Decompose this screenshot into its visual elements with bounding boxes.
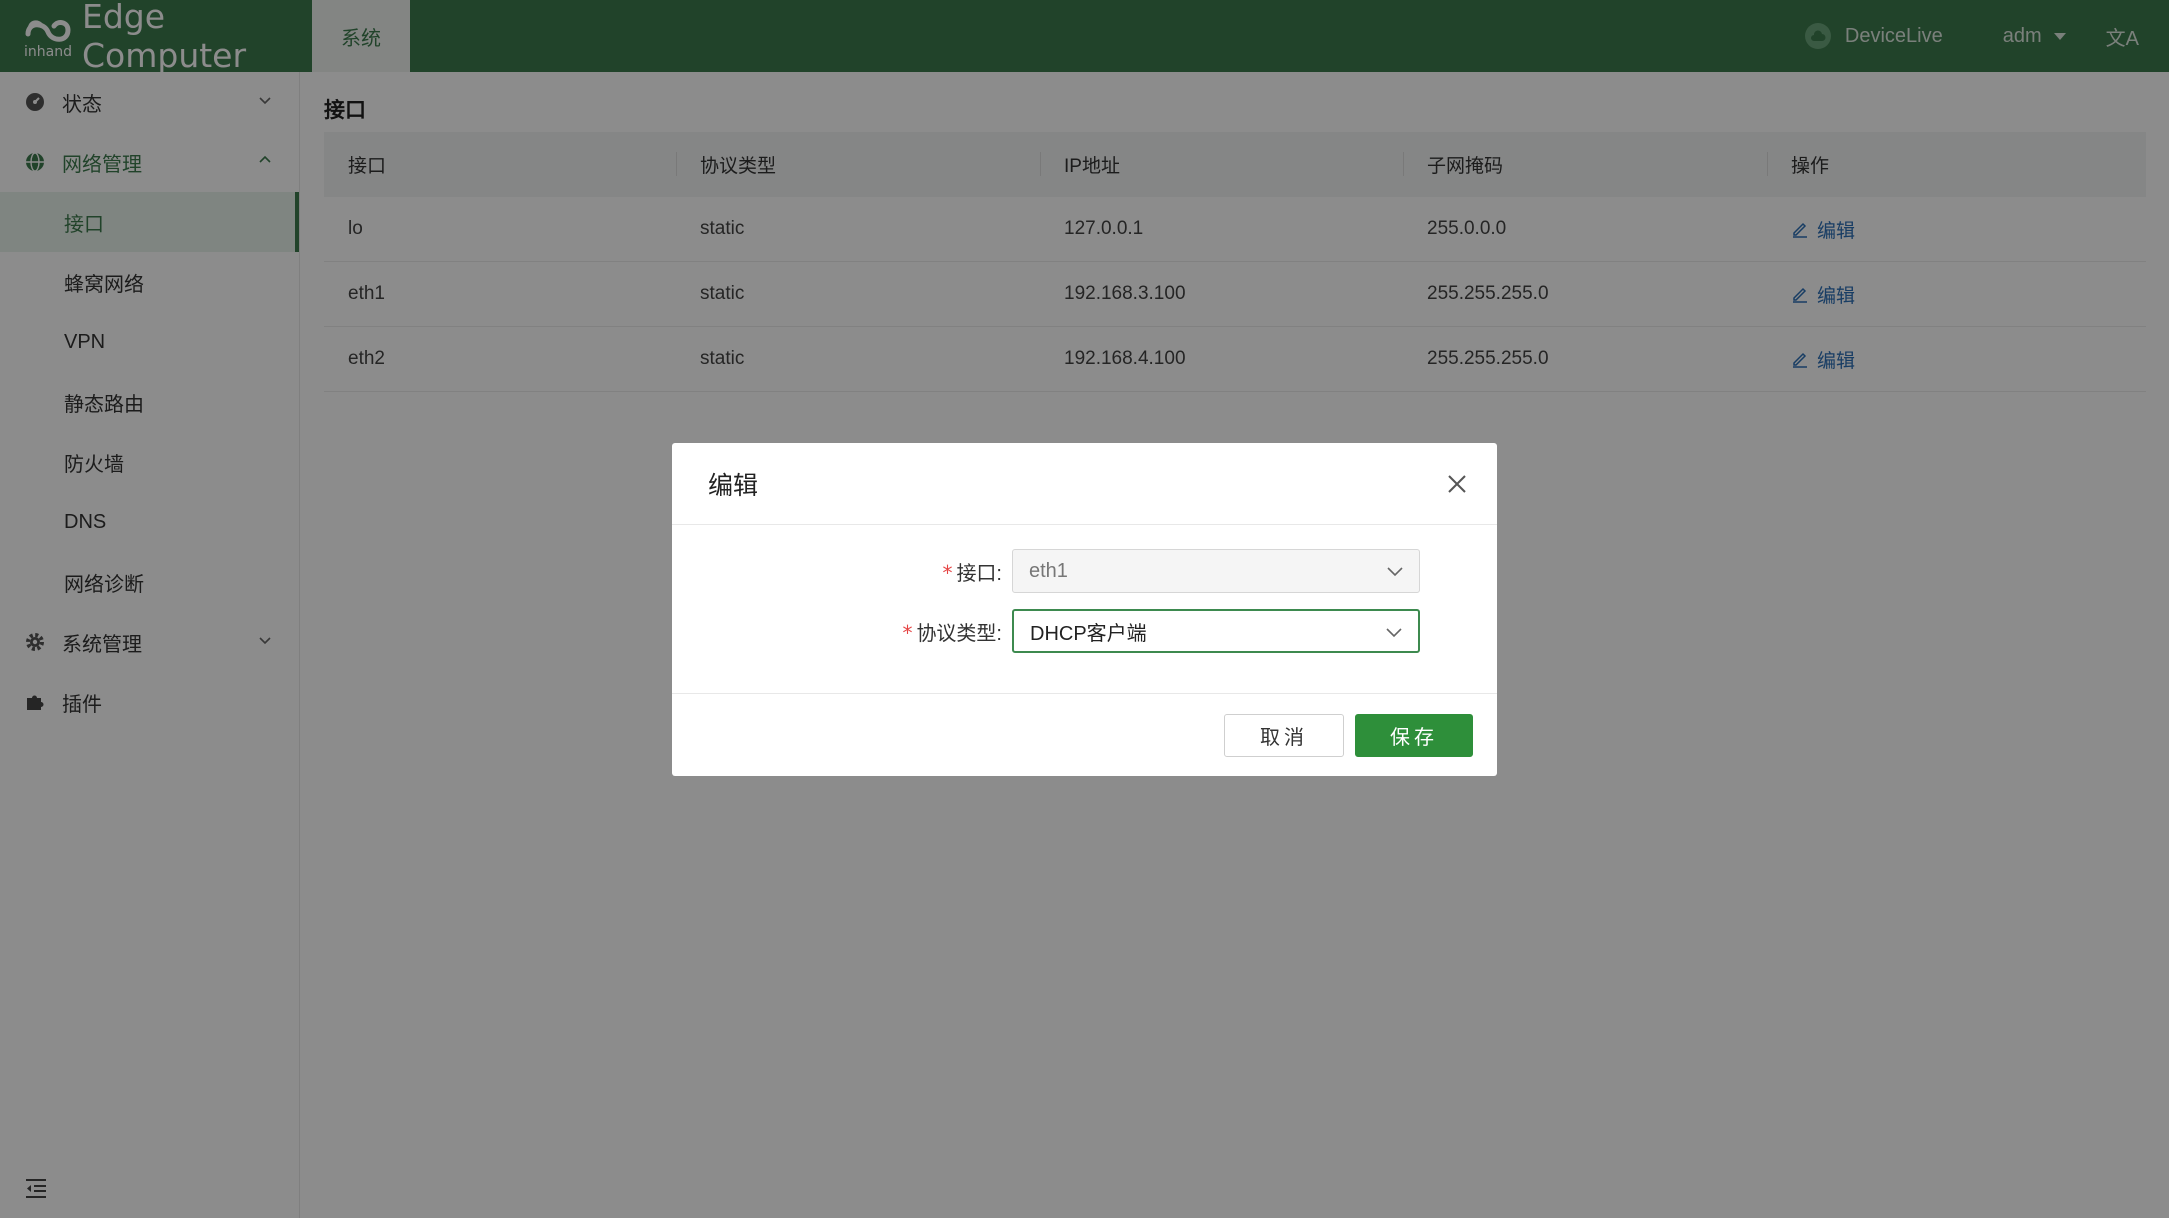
form-row-protocol: * 协议类型: DHCP客户端 [672, 609, 1497, 653]
interface-select[interactable]: eth1 [1012, 549, 1420, 593]
chevron-down-icon [1386, 628, 1402, 638]
close-icon[interactable] [1445, 472, 1469, 496]
protocol-select[interactable]: DHCP客户端 [1012, 609, 1420, 653]
required-mark: * [942, 560, 953, 585]
protocol-label: * 协议类型: [902, 620, 1002, 645]
required-mark: * [902, 620, 913, 645]
protocol-value: DHCP客户端 [1030, 622, 1147, 645]
cancel-button[interactable]: 取消 [1224, 714, 1344, 757]
interface-label: * 接口: [942, 560, 1002, 585]
save-button[interactable]: 保存 [1355, 714, 1473, 757]
dialog-title: 编辑 [708, 471, 759, 500]
form-row-interface: * 接口: eth1 [672, 549, 1497, 593]
chevron-down-icon [1387, 567, 1403, 577]
interface-value: eth1 [1029, 559, 1068, 582]
dialog-header: 编辑 [672, 443, 1497, 525]
dialog-footer: 取消 保存 [672, 693, 1497, 776]
edit-dialog: 编辑 * 接口: eth1 * 协议类型: DHCP客户端 取消 保存 [672, 443, 1497, 776]
